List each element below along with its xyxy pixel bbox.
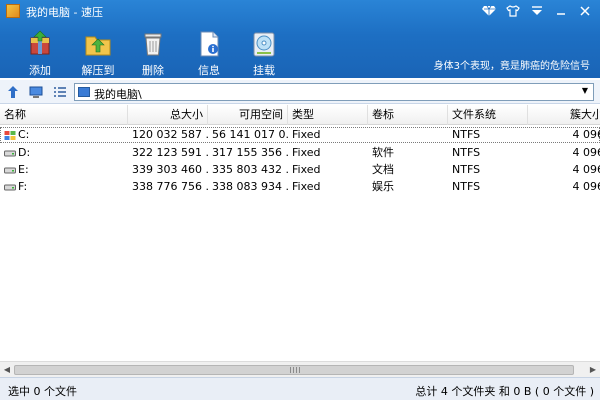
drive-total-size: 339 303 460 ... (132, 163, 208, 176)
add-archive-icon (26, 30, 54, 58)
selection-status: 选中 0 个文件 (8, 385, 77, 398)
address-bar: 我的电脑\ ▼ (0, 80, 600, 104)
top-band: 我的电脑 - 速压 添加 解压到 删除 信息 挂载 身体3个表现，竟是肺癌的危险… (0, 0, 600, 78)
computer-icon[interactable] (27, 83, 45, 101)
drive-volume-label (368, 127, 448, 143)
column-header-total-size[interactable]: 总大小 (128, 105, 208, 125)
drive-cluster-size: 4 096 (572, 128, 600, 141)
address-dropdown-icon[interactable]: ▼ (579, 86, 591, 98)
totals-status: 总计 4 个文件夹 和 0 B ( 0 个文件 ) (415, 385, 594, 398)
menu-dropdown-icon[interactable] (526, 2, 548, 20)
drive-total-size: 322 123 591 ... (132, 146, 208, 159)
window-title: 我的电脑 - 速压 (26, 6, 103, 19)
list-view-icon[interactable] (51, 83, 69, 101)
toolbar: 添加 解压到 删除 信息 挂载 身体3个表现，竟是肺癌的危险信号 (0, 24, 600, 78)
scroll-left-icon[interactable]: ◀ (1, 364, 13, 376)
drive-cluster-size: 4 096 (572, 180, 600, 193)
delete-label: 删除 (142, 64, 164, 77)
my-computer-icon (78, 87, 90, 97)
drive-cluster-size: 4 096 (572, 146, 600, 159)
add-label: 添加 (29, 64, 51, 77)
column-header-file-system[interactable]: 文件系统 (448, 105, 528, 125)
table-row[interactable]: E: 339 303 460 ... 335 803 432 ... Fixed… (0, 162, 600, 178)
info-document-icon (195, 30, 223, 58)
column-header-free-space[interactable]: 可用空间 (208, 105, 288, 125)
trash-icon (139, 30, 167, 58)
drive-volume-label: 文档 (372, 163, 394, 176)
close-icon[interactable] (574, 2, 596, 20)
extract-to-label: 解压到 (81, 64, 115, 77)
mount-button[interactable]: 挂载 (236, 30, 292, 78)
tshirt-icon[interactable] (502, 2, 524, 20)
scroll-grip-icon (290, 367, 300, 373)
drive-type: Fixed (292, 146, 321, 159)
drive-free-space: 338 083 934 ... (212, 180, 288, 193)
minimize-icon[interactable] (550, 2, 572, 20)
column-header-name[interactable]: 名称 (0, 105, 128, 125)
up-arrow-icon[interactable] (4, 83, 22, 101)
drive-volume-label: 软件 (372, 146, 394, 159)
table-row[interactable]: F: 338 776 756 ... 338 083 934 ... Fixed… (0, 179, 600, 195)
title-bar: 我的电脑 - 速压 (0, 0, 600, 22)
table-row[interactable]: C: 120 032 587 ... 56 141 017 0... Fixed… (0, 127, 600, 143)
column-header-cluster-size[interactable]: 簇大小 (528, 105, 600, 125)
drive-volume-label: 娱乐 (372, 180, 394, 193)
column-header-type[interactable]: 类型 (288, 105, 368, 125)
drive-file-system: NTFS (452, 146, 481, 159)
column-header-volume-label[interactable]: 卷标 (368, 105, 448, 125)
skin-diamond-icon[interactable] (478, 2, 500, 20)
drive-file-system: NTFS (452, 163, 481, 176)
drive-type: Fixed (292, 128, 321, 141)
drive-total-size: 338 776 756 ... (132, 180, 208, 193)
mount-label: 挂载 (253, 64, 275, 77)
info-label: 信息 (198, 64, 220, 77)
drive-type: Fixed (292, 180, 321, 193)
add-button[interactable]: 添加 (12, 30, 68, 78)
drive-cluster-size: 4 096 (572, 163, 600, 176)
scroll-right-icon[interactable]: ▶ (587, 364, 599, 376)
drive-type: Fixed (292, 163, 321, 176)
drive-name: F: (18, 180, 28, 193)
drive-file-system: NTFS (452, 128, 481, 141)
status-bar: 选中 0 个文件 总计 4 个文件夹 和 0 B ( 0 个文件 ) (0, 377, 600, 400)
window-controls (478, 2, 596, 20)
app-icon (6, 4, 20, 18)
drive-name: C: (18, 128, 30, 141)
delete-button[interactable]: 删除 (125, 30, 181, 78)
drive-name: D: (18, 146, 31, 159)
drive-free-space: 56 141 017 0... (212, 128, 288, 141)
table-row[interactable]: D: 322 123 591 ... 317 155 356 ... Fixed… (0, 145, 600, 161)
drive-name: E: (18, 163, 29, 176)
drive-list: 名称 总大小 可用空间 类型 卷标 文件系统 簇大小 C: 120 032 58… (0, 105, 600, 361)
ad-slogan-link[interactable]: 身体3个表现，竟是肺癌的危险信号 (434, 57, 590, 72)
drive-file-system: NTFS (452, 180, 481, 193)
mount-disc-icon (250, 30, 278, 58)
extract-to-button[interactable]: 解压到 (70, 30, 126, 78)
extract-folder-icon (84, 30, 112, 58)
drive-free-space: 317 155 356 ... (212, 146, 288, 159)
address-path: 我的电脑\ (94, 88, 142, 101)
list-header: 名称 总大小 可用空间 类型 卷标 文件系统 簇大小 (0, 105, 600, 125)
drive-total-size: 120 032 587 ... (132, 128, 208, 141)
info-button[interactable]: 信息 (181, 30, 237, 78)
drive-free-space: 335 803 432 ... (212, 163, 288, 176)
address-input[interactable]: 我的电脑\ ▼ (74, 83, 594, 101)
horizontal-scrollbar[interactable]: ◀ ▶ (0, 361, 600, 377)
